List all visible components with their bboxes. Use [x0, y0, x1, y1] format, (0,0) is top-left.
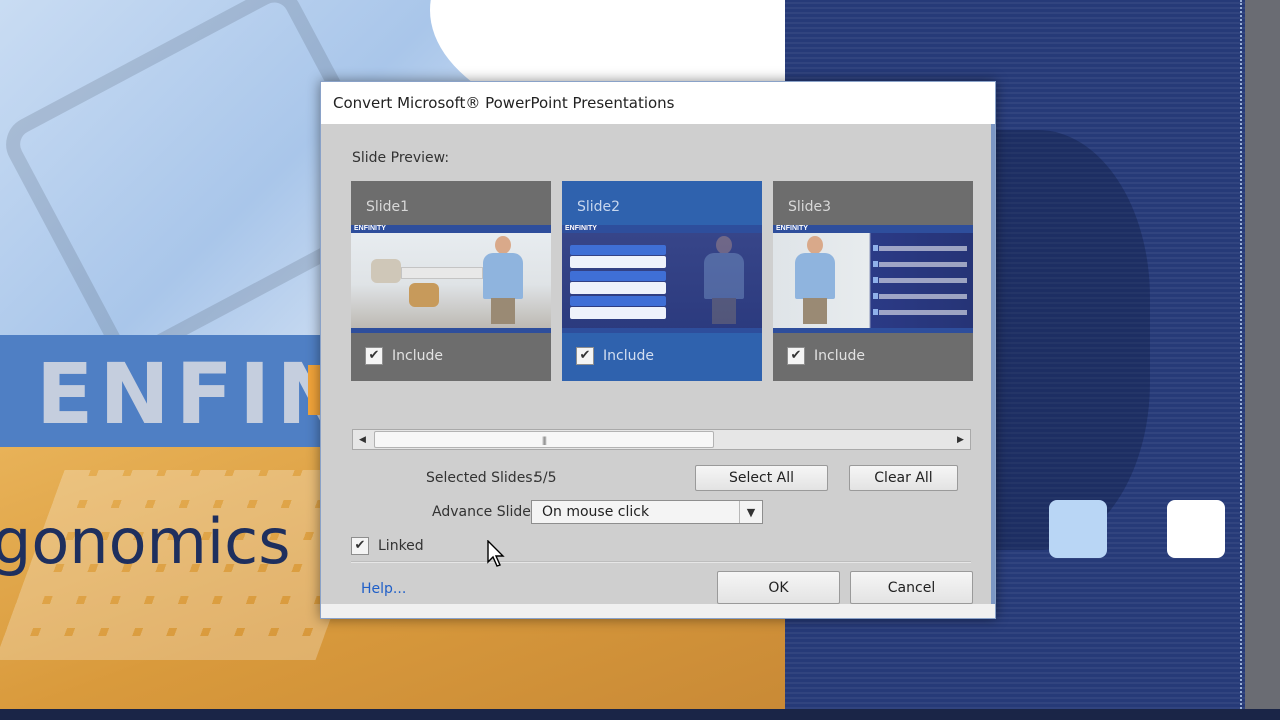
- divider: [351, 561, 971, 563]
- chevron-down-icon[interactable]: ▼: [739, 501, 762, 523]
- cancel-button[interactable]: Cancel: [850, 571, 973, 604]
- thumbnail-logo: ENFINITY: [354, 225, 386, 232]
- dialog-right-border: [991, 124, 995, 604]
- advance-slide-select[interactable]: On mouse click ▼: [531, 500, 763, 524]
- background-square-light: [1049, 500, 1107, 558]
- scroll-left-icon[interactable]: ◀: [353, 430, 372, 449]
- clear-all-button[interactable]: Clear All: [849, 465, 958, 491]
- mouse-pointer-icon: [487, 540, 505, 567]
- checkbox-icon: ✔: [351, 537, 369, 555]
- include-checkbox-1[interactable]: ✔ Include: [365, 347, 443, 365]
- slide-thumbnail-image: ENFINITY: [773, 225, 973, 333]
- slide-thumbnail-image: ENFINITY: [351, 225, 551, 333]
- slide-name: Slide1: [366, 199, 410, 215]
- include-label: Include: [603, 348, 654, 364]
- advance-slide-value: On mouse click: [542, 504, 650, 520]
- slide-card-3[interactable]: Slide3 ENFINITY ✔ Include: [773, 181, 973, 381]
- dialog-title: Convert Microsoft® PowerPoint Presentati…: [333, 94, 675, 112]
- selected-slides-value: 5/5: [534, 470, 557, 486]
- editor-bottom-bar: [0, 709, 1280, 720]
- thumbnail-logo: ENFINITY: [565, 225, 597, 232]
- thumbnail-logo: ENFINITY: [776, 225, 808, 232]
- help-link[interactable]: Help...: [361, 581, 406, 597]
- editor-gray-strip: [1245, 0, 1280, 709]
- dialog-titlebar[interactable]: Convert Microsoft® PowerPoint Presentati…: [321, 82, 995, 124]
- slide-thumbnail-strip: Slide1 ENFINITY ✔ Include Slide2 ENFINIT…: [351, 181, 973, 381]
- checkbox-icon: ✔: [576, 347, 594, 365]
- selected-slides-label: Selected Slides:: [426, 470, 538, 486]
- include-checkbox-3[interactable]: ✔ Include: [787, 347, 865, 365]
- editor-dotted-guide: [1240, 0, 1242, 709]
- checkbox-icon: ✔: [365, 347, 383, 365]
- convert-powerpoint-dialog: Convert Microsoft® PowerPoint Presentati…: [320, 81, 996, 619]
- background-logo-text: ENFIN: [36, 345, 353, 443]
- checkbox-icon: ✔: [787, 347, 805, 365]
- select-all-button[interactable]: Select All: [695, 465, 828, 491]
- linked-label: Linked: [378, 538, 424, 554]
- dialog-body: Slide Preview: Slide1 ENFINITY ✔ Include: [321, 124, 991, 604]
- advance-slide-label: Advance Slide:: [432, 504, 536, 520]
- include-label: Include: [392, 348, 443, 364]
- background-square-white: [1167, 500, 1225, 558]
- scrollbar-thumb[interactable]: |||: [374, 431, 714, 448]
- slide-thumbnail-image: ENFINITY: [562, 225, 762, 333]
- slide-name: Slide2: [577, 199, 621, 215]
- slide-card-1[interactable]: Slide1 ENFINITY ✔ Include: [351, 181, 551, 381]
- slide-name: Slide3: [788, 199, 832, 215]
- linked-checkbox[interactable]: ✔ Linked: [351, 537, 424, 555]
- include-checkbox-2[interactable]: ✔ Include: [576, 347, 654, 365]
- background-title-text: gonomics: [0, 505, 291, 578]
- thumbnail-horizontal-scrollbar[interactable]: ◀ ||| ▶: [352, 429, 971, 450]
- scroll-right-icon[interactable]: ▶: [951, 430, 970, 449]
- ok-button[interactable]: OK: [717, 571, 840, 604]
- slide-preview-label: Slide Preview:: [352, 150, 450, 166]
- include-label: Include: [814, 348, 865, 364]
- slide-card-2[interactable]: Slide2 ENFINITY ✔ Include: [562, 181, 762, 381]
